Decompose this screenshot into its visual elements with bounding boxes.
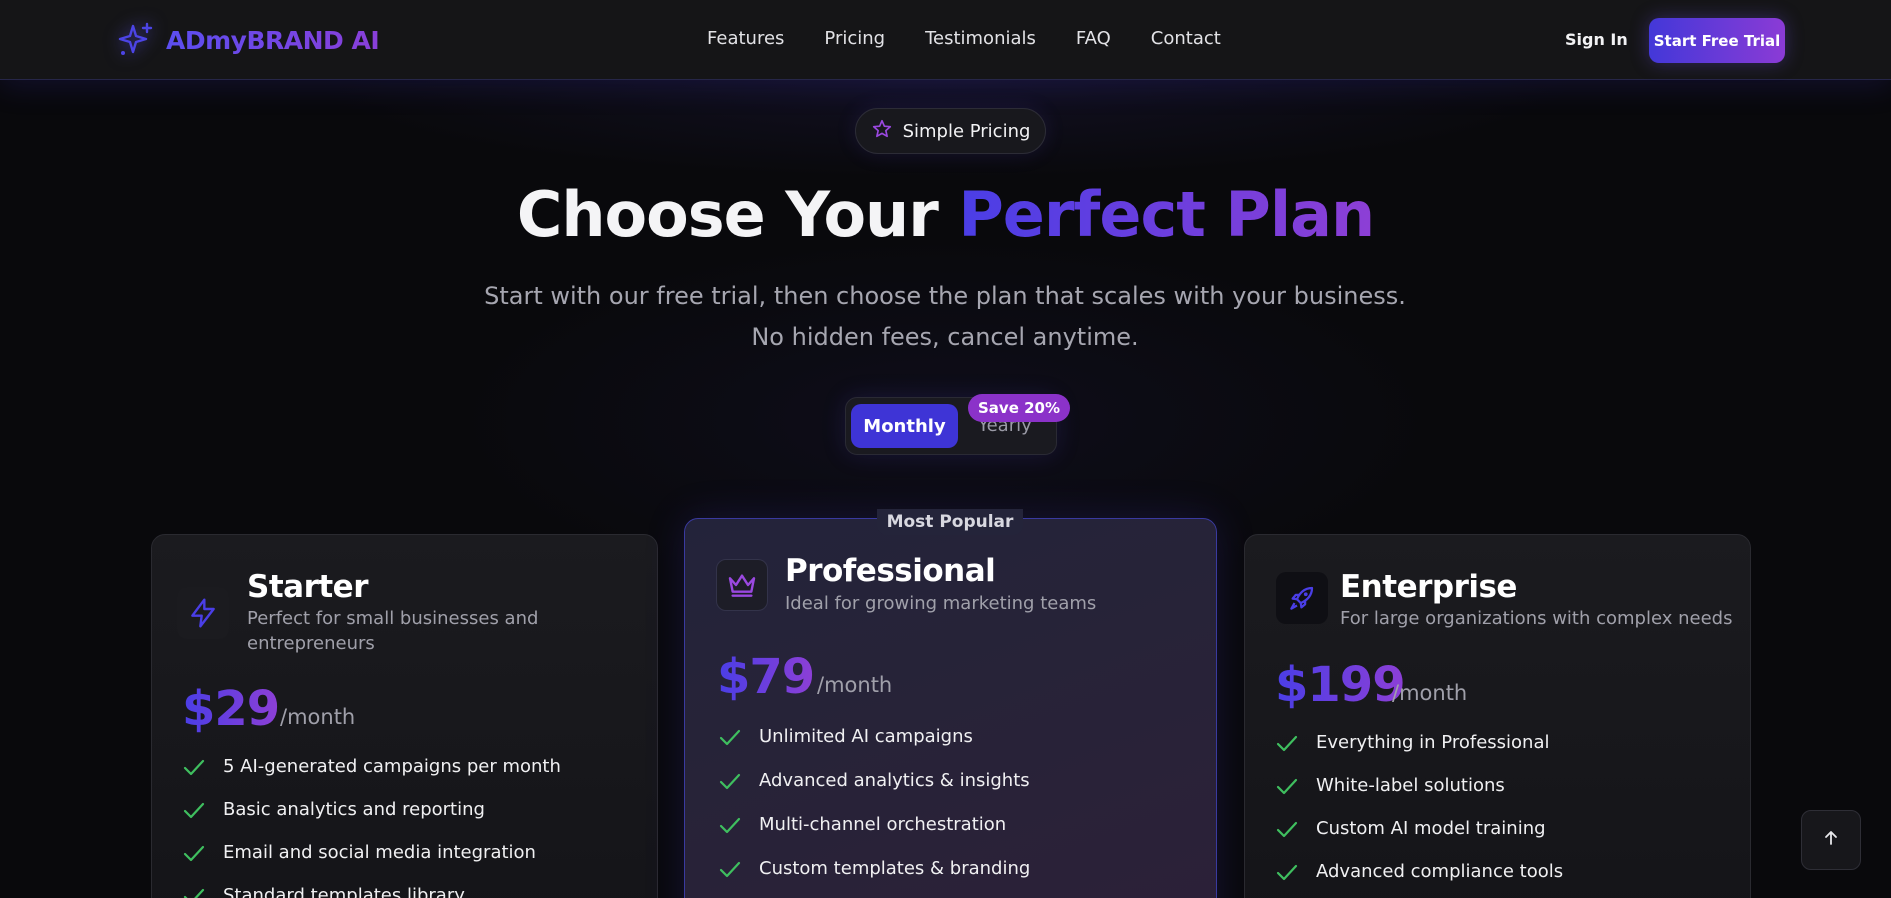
plan-description: For large organizations with complex nee… — [1340, 608, 1733, 629]
plan-price: $29 — [182, 681, 280, 737]
list-item: Advanced analytics & insights — [719, 769, 1030, 813]
brand-logo[interactable]: ADmyBRAND AI — [116, 20, 380, 60]
scroll-to-top-button[interactable] — [1801, 810, 1861, 870]
star-icon — [871, 118, 893, 144]
feature-label: Everything in Professional — [1316, 732, 1550, 753]
navbar: ADmyBRAND AI Features Pricing Testimonia… — [0, 0, 1891, 80]
list-item: Custom templates & branding — [719, 857, 1030, 898]
plan-card-enterprise: Enterprise For large organizations with … — [1244, 534, 1751, 898]
pill-label: Simple Pricing — [902, 120, 1031, 142]
arrow-up-icon — [1821, 828, 1841, 852]
plan-period: /month — [1392, 681, 1468, 705]
list-item: Standard templates library — [183, 884, 561, 898]
feature-label: Custom templates & branding — [759, 858, 1031, 879]
monthly-toggle-button[interactable]: Monthly — [851, 404, 958, 448]
list-item: Multi-channel orchestration — [719, 813, 1030, 857]
feature-label: Multi-channel orchestration — [759, 814, 1007, 835]
plan-name: Professional — [785, 553, 996, 589]
feature-label: Standard templates library — [223, 885, 465, 898]
feature-label: Advanced compliance tools — [1316, 861, 1564, 882]
lightning-icon — [177, 587, 229, 639]
list-item: Email and social media integration — [183, 841, 561, 884]
plan-name: Starter — [247, 569, 368, 605]
plan-card-starter: Starter Perfect for small businesses and… — [151, 534, 658, 898]
check-icon — [719, 860, 741, 880]
plan-card-professional: Professional Ideal for growing marketing… — [684, 518, 1217, 898]
brand-name: ADmyBRAND AI — [166, 25, 380, 55]
plan-price: $199 — [1275, 657, 1406, 713]
check-icon — [719, 728, 741, 748]
plan-period: /month — [817, 673, 893, 697]
sign-in-link[interactable]: Sign In — [1565, 30, 1628, 49]
check-icon — [719, 772, 741, 792]
plan-description: Perfect for small businesses and entrepr… — [247, 608, 539, 654]
save-badge: Save 20% — [968, 394, 1071, 422]
rocket-icon — [1276, 572, 1328, 624]
feature-label: 5 AI-generated campaigns per month — [223, 756, 561, 777]
feature-label: Email and social media integration — [223, 842, 536, 863]
crown-icon — [716, 559, 768, 611]
feature-label: Custom AI model training — [1316, 818, 1546, 839]
list-item: Custom AI model training — [1276, 817, 1563, 860]
title-highlight: Perfect Plan — [958, 178, 1375, 251]
nav-link-testimonials[interactable]: Testimonials — [925, 28, 1036, 49]
feature-label: Basic analytics and reporting — [223, 799, 485, 820]
check-icon — [1276, 863, 1298, 883]
nav-link-contact[interactable]: Contact — [1151, 28, 1221, 49]
check-icon — [183, 844, 205, 864]
page-title: Choose Your Perfect Plan — [0, 178, 1891, 251]
feature-list: 5 AI-generated campaigns per month Basic… — [183, 755, 561, 898]
nav-link-pricing[interactable]: Pricing — [824, 28, 885, 49]
list-item: 5 AI-generated campaigns per month — [183, 755, 561, 798]
feature-label: Unlimited AI campaigns — [759, 726, 973, 747]
feature-label: Advanced analytics & insights — [759, 770, 1030, 791]
feature-label: White-label solutions — [1316, 775, 1505, 796]
list-item: Unlimited AI campaigns — [719, 725, 1030, 769]
plan-name: Enterprise — [1340, 569, 1517, 605]
plan-period: /month — [280, 705, 356, 729]
list-item: White-label solutions — [1276, 774, 1563, 817]
feature-list: Everything in Professional White-label s… — [1276, 731, 1563, 898]
list-item: Everything in Professional — [1276, 731, 1563, 774]
title-plain: Choose Your — [516, 178, 959, 251]
plan-price: $79 — [717, 649, 815, 705]
check-icon — [183, 801, 205, 821]
start-free-trial-button[interactable]: Start Free Trial — [1649, 18, 1785, 63]
plan-description: Ideal for growing marketing teams — [785, 593, 1097, 614]
list-item: Advanced compliance tools — [1276, 860, 1563, 898]
most-popular-badge: Most Popular — [877, 509, 1023, 535]
check-icon — [1276, 820, 1298, 840]
main-nav: Features Pricing Testimonials FAQ Contac… — [707, 28, 1221, 49]
check-icon — [183, 758, 205, 778]
sparkles-icon — [116, 20, 156, 60]
nav-link-features[interactable]: Features — [707, 28, 784, 49]
feature-list: Unlimited AI campaigns Advanced analytic… — [719, 725, 1030, 898]
page-subtitle: Start with our free trial, then choose t… — [484, 282, 1406, 351]
check-icon — [719, 816, 741, 836]
simple-pricing-pill: Simple Pricing — [855, 108, 1046, 154]
check-icon — [1276, 734, 1298, 754]
nav-link-faq[interactable]: FAQ — [1076, 28, 1111, 49]
list-item: Basic analytics and reporting — [183, 798, 561, 841]
check-icon — [1276, 777, 1298, 797]
check-icon — [183, 887, 205, 898]
